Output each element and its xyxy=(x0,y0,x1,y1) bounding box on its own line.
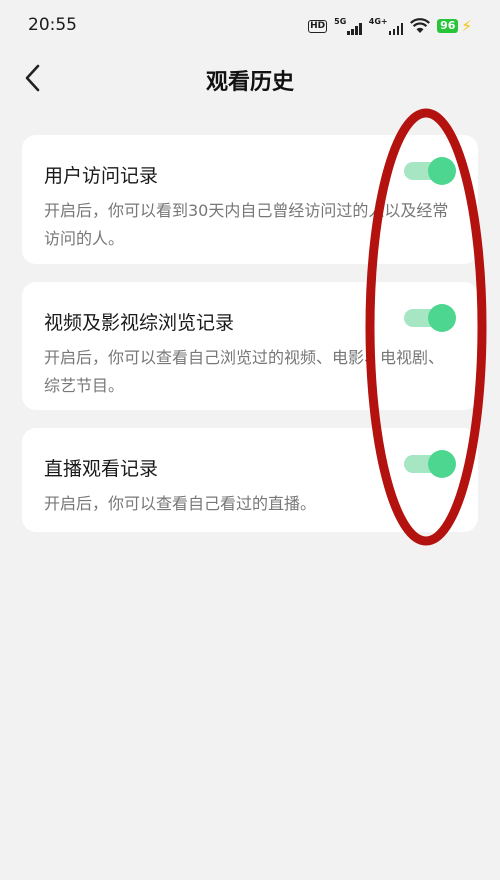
toggle-knob xyxy=(428,450,456,478)
status-bar: 20:55 HD 5G 4G+ 96 ⚡ xyxy=(0,0,500,52)
setting-card-video-history: 视频及影视综浏览记录 开启后，你可以查看自己浏览过的视频、电影、电视剧、综艺节目… xyxy=(22,282,478,410)
charging-bolt-icon: ⚡ xyxy=(461,17,472,35)
setting-card-user-visit: 用户访问记录 开启后，你可以看到30天内自己曾经访问过的人以及经常访问的人。 xyxy=(22,135,478,264)
status-time: 20:55 xyxy=(28,15,77,35)
user-visit-toggle[interactable] xyxy=(404,157,456,185)
page-title: 观看历史 xyxy=(205,70,294,95)
battery-icon: 96 xyxy=(437,19,459,33)
wifi-icon xyxy=(410,18,431,33)
setting-description: 开启后，你可以查看自己看过的直播。 xyxy=(44,494,317,513)
setting-description: 开启后，你可以查看自己浏览过的视频、电影、电视剧、综艺节目。 xyxy=(44,348,445,395)
video-history-toggle[interactable] xyxy=(404,304,456,332)
signal-5g-icon: 5G xyxy=(334,17,362,35)
nav-bar: 观看历史 xyxy=(0,52,500,104)
toggle-knob xyxy=(428,157,456,185)
setting-description: 开启后，你可以看到30天内自己曾经访问过的人以及经常访问的人。 xyxy=(44,201,449,248)
setting-title: 直播观看记录 xyxy=(44,458,159,480)
hd-voice-icon: HD xyxy=(308,19,328,33)
setting-card-live-history: 直播观看记录 开启后，你可以查看自己看过的直播。 xyxy=(22,428,478,532)
status-icons: HD 5G 4G+ 96 ⚡ xyxy=(308,15,472,37)
live-history-toggle[interactable] xyxy=(404,450,456,478)
toggle-knob xyxy=(428,304,456,332)
signal-4g-icon: 4G+ xyxy=(369,17,404,35)
setting-title: 用户访问记录 xyxy=(44,165,159,187)
setting-title: 视频及影视综浏览记录 xyxy=(44,312,235,334)
